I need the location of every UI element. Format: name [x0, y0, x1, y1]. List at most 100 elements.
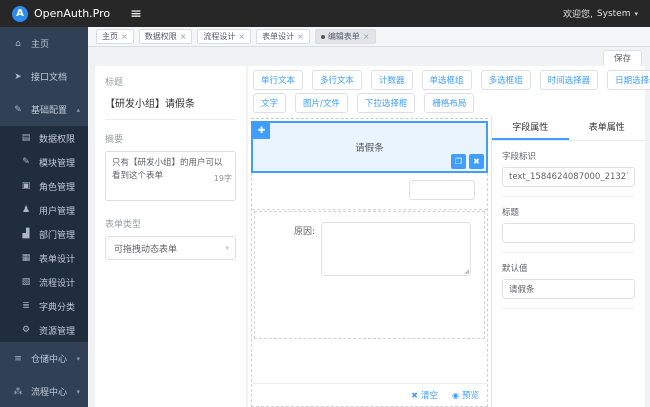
palette-select-button[interactable]: 下拉选择框 — [356, 93, 416, 113]
sidebar-item-flow-center[interactable]: ⁂ 流程中心 ▾ — [0, 375, 88, 407]
sidebar-item-data-permission[interactable]: ▤ 数据权限 — [0, 126, 88, 150]
tab-home[interactable]: 主页 × — [96, 29, 134, 44]
edit-icon: ✎ — [22, 157, 30, 167]
tab-flow-design[interactable]: 流程设计 × — [197, 29, 252, 44]
sidebar-item-user-management[interactable]: ♟ 用户管理 — [0, 198, 88, 222]
tab-label: 编辑表单 — [327, 32, 360, 41]
drag-handle-icon[interactable]: ✚ — [253, 123, 270, 139]
widget-text-input[interactable] — [409, 180, 475, 200]
designer-lower: ✚ 请假条 ❐ ✖ 原因: ◢ ✖ 清空 ◉ 预览 字段属性 表单属性 字段标识… — [248, 116, 645, 407]
palette-time-picker-button[interactable]: 时间选择器 — [539, 70, 599, 90]
form-title-label: 标题 — [105, 78, 124, 88]
palette-date-picker-button[interactable]: 日期选择器 — [607, 70, 650, 90]
sidebar-item-module-management[interactable]: ✎ 模块管理 — [0, 150, 88, 174]
field-title-input[interactable] — [502, 223, 635, 243]
palette-row-2: 文字 图片/文件 下拉选择框 栅格布局 — [251, 93, 642, 113]
sidebar-item-label: 流程中心 — [31, 388, 68, 398]
widget-actions: ❐ ✖ — [451, 154, 484, 169]
bar-chart-icon: ▟ — [22, 229, 30, 239]
chevron-down-icon: ▾ — [634, 9, 638, 18]
reason-textarea[interactable]: ◢ — [321, 222, 471, 276]
form-icon: ▦ — [21, 253, 31, 263]
palette-row-1: 单行文本多行文本计数器单选框组多选框组时间选择器日期选择器 — [251, 70, 650, 90]
word-count-badge: 19字 — [212, 173, 233, 186]
close-icon[interactable]: × — [121, 32, 128, 41]
close-icon[interactable]: × — [238, 32, 245, 41]
tab-field-props[interactable]: 字段属性 — [492, 116, 569, 140]
save-toolbar: 保存 — [88, 47, 650, 67]
list-icon: ▤ — [21, 133, 31, 143]
palette-counter-button[interactable]: 计数器 — [371, 70, 413, 90]
palette-grid-layout-button[interactable]: 栅格布局 — [424, 93, 475, 113]
palette-radio-group-button[interactable]: 单选框组 — [421, 70, 472, 90]
sidebar-item-base-config[interactable]: ✎ 基础配置 ▴ — [0, 93, 88, 126]
copy-icon[interactable]: ❐ — [451, 154, 466, 169]
sidebar-item-api-docs[interactable]: ➤ 接口文档 — [0, 60, 88, 93]
sidebar-item-resource-management[interactable]: ⚙ 资源管理 — [0, 318, 88, 342]
clear-button[interactable]: ✖ 清空 — [411, 389, 438, 402]
field-title-label: 标题 — [502, 208, 520, 218]
sidebar-item-dict-category[interactable]: ≣ 字典分类 — [0, 294, 88, 318]
palette-text-button[interactable]: 文字 — [253, 93, 287, 113]
preview-button[interactable]: ◉ 预览 — [452, 389, 479, 402]
sidebar-item-department-management[interactable]: ▟ 部门管理 — [0, 222, 88, 246]
palette-multi-line-text-button[interactable]: 多行文本 — [312, 70, 363, 90]
tab-form-design[interactable]: 表单设计 × — [256, 29, 310, 44]
sidebar-item-warehouse-center[interactable]: ≡ 仓储中心 ▾ — [0, 342, 88, 375]
sitemap-icon: ⁂ — [13, 386, 23, 397]
paper-plane-icon: ➤ — [14, 71, 22, 82]
selected-widget-text[interactable]: ✚ 请假条 ❐ ✖ — [251, 121, 488, 173]
tab-form-props[interactable]: 表单属性 — [569, 116, 646, 140]
canvas-footer: ✖ 清空 ◉ 预览 — [252, 383, 487, 406]
user-menu[interactable]: 欢迎您, System ▾ — [563, 7, 638, 21]
form-canvas: ✚ 请假条 ❐ ✖ 原因: ◢ ✖ 清空 ◉ 预览 — [248, 116, 492, 407]
sidebar-item-home[interactable]: ⌂ 主页 — [0, 27, 88, 60]
resize-grip-icon: ◢ — [464, 268, 469, 275]
user-icon: ♟ — [21, 205, 31, 215]
tab-label: 数据权限 — [144, 32, 177, 41]
save-button[interactable]: 保存 — [602, 49, 642, 67]
sidebar-item-label: 基础配置 — [31, 106, 68, 116]
active-tab-dot — [320, 34, 325, 39]
menu-icon: ≡ — [14, 353, 22, 364]
form-type-label: 表单类型 — [105, 220, 142, 230]
palette-single-line-text-button[interactable]: 单行文本 — [253, 70, 304, 90]
reason-form-item: 原因: ◢ — [263, 222, 476, 276]
close-icon[interactable]: × — [363, 32, 370, 41]
sidebar-item-role-management[interactable]: ▣ 角色管理 — [0, 174, 88, 198]
sidebar-item-label: 部门管理 — [39, 230, 76, 241]
edit-icon: ✎ — [14, 104, 22, 115]
gear-icon: ⚙ — [21, 325, 31, 335]
tab-data-permission[interactable]: 数据权限 × — [138, 29, 193, 44]
grid-layout-widget[interactable]: 原因: ◢ — [254, 211, 485, 339]
sidebar-item-form-design[interactable]: ▦ 表单设计 — [0, 246, 88, 270]
hamburger-icon[interactable]: ≡ — [130, 7, 142, 21]
field-default-input[interactable] — [502, 279, 635, 299]
tab-label: 主页 — [102, 32, 118, 41]
app-window: A OpenAuth.Pro ≡ 欢迎您, System ▾ ⌂ 主页 ➤ 接口文档 ✎… — [0, 0, 650, 407]
app-logo[interactable]: A OpenAuth.Pro — [12, 5, 110, 22]
palette-checkbox-group-button[interactable]: 多选框组 — [480, 70, 531, 90]
palette-image-file-button[interactable]: 图片/文件 — [295, 93, 348, 113]
form-title-input[interactable]: 【研发小组】请假条 — [105, 88, 236, 120]
sidebar-item-flow-design[interactable]: ▧ 流程设计 — [0, 270, 88, 294]
field-default-label: 默认值 — [502, 264, 528, 274]
delete-icon[interactable]: ✖ — [469, 154, 484, 169]
field-id-input[interactable] — [502, 167, 635, 187]
badge-icon: ▣ — [21, 181, 31, 191]
tab-edit-form[interactable]: 编辑表单 × — [314, 29, 376, 44]
sidebar-menu: ⌂ 主页 ➤ 接口文档 ✎ 基础配置 ▴ ▤ 数据权限 ✎ 模块管理 ▣ 角色管理 ♟ 用户管理 ▟ 部门管理 ▦… — [0, 27, 88, 407]
sidebar-item-label: 用户管理 — [39, 206, 76, 217]
form-settings-panel: 标题 【研发小组】请假条 摘要 只有【研发小组】的用户可以看到这个表单 19字 … — [95, 66, 246, 407]
close-icon[interactable]: × — [297, 32, 304, 41]
properties-tabs: 字段属性 表单属性 — [492, 116, 645, 141]
form-type-select[interactable]: 可拖拽动态表单 ▾ — [105, 236, 236, 260]
username: System — [596, 8, 631, 19]
trash-icon: ✖ — [411, 390, 418, 400]
form-type-value: 可拖拽动态表单 — [114, 244, 178, 255]
welcome-text: 欢迎您, — [563, 10, 593, 20]
close-icon[interactable]: × — [180, 32, 187, 41]
tab-label: 表单设计 — [262, 32, 295, 41]
workspace: 标题 【研发小组】请假条 摘要 只有【研发小组】的用户可以看到这个表单 19字 … — [88, 66, 650, 407]
form-summary-textarea[interactable]: 只有【研发小组】的用户可以看到这个表单 19字 — [105, 151, 236, 201]
